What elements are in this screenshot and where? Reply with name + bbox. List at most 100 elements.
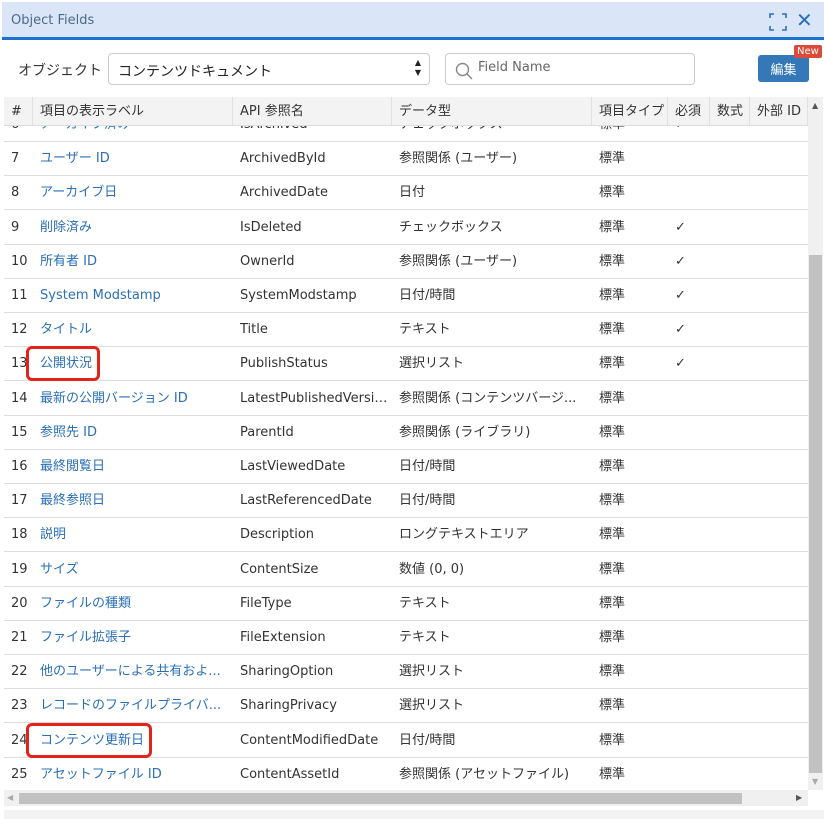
field-search[interactable] <box>445 53 695 85</box>
table-row[interactable]: 14 最新の公開バージョン ID LatestPublishedVersionId 参… <box>4 381 808 416</box>
cell-number: 20 <box>11 595 28 611</box>
header-col-external-id[interactable]: 外部 ID <box>750 97 808 126</box>
maximize-icon[interactable] <box>769 13 787 31</box>
cell-data-type: 選択リスト <box>399 664 465 680</box>
cell-data-type: 数値 (0, 0) <box>399 561 465 577</box>
cell-field-type: 標準 <box>599 527 626 543</box>
cell-number: 10 <box>11 253 28 269</box>
required-check-icon <box>668 176 710 210</box>
required-check-icon <box>668 587 710 621</box>
cell-data-type: テキスト <box>399 322 451 338</box>
required-check-icon <box>668 689 710 723</box>
cell-label[interactable]: 最新の公開バージョン ID <box>33 382 233 416</box>
table-row[interactable]: 9 削除済み IsDeleted チェックボックス 標準 ✓ <box>4 210 808 245</box>
scroll-left-icon[interactable]: ◀ <box>7 793 13 802</box>
cell-api-name: ArchivedDate <box>240 185 328 201</box>
table-row[interactable]: 17 最終参照日 LastReferencedDate 日付/時間 標準 <box>4 484 808 519</box>
cell-label[interactable]: ユーザー ID <box>33 142 233 176</box>
vertical-scroll-thumb[interactable] <box>809 255 822 773</box>
header-col-data-type[interactable]: データ型 <box>392 97 592 126</box>
cell-field-type: 標準 <box>599 630 626 645</box>
table-row[interactable]: 18 説明 Description ロングテキストエリア 標準 <box>4 518 808 553</box>
table-row[interactable]: 23 レコードのファイルプライバ... SharingPrivacy 選択リスト 標準 <box>4 689 808 724</box>
cell-api-name: LastViewedDate <box>240 459 346 474</box>
cell-field-type: 標準 <box>599 561 626 577</box>
table-row[interactable]: 16 最終閲覧日 LastViewedDate 日付/時間 標準 <box>4 450 808 484</box>
highlight-box <box>26 346 100 382</box>
vertical-scrollbar[interactable]: ▲ ▼ <box>808 97 823 790</box>
cell-label[interactable]: ファイルの種類 <box>33 587 233 621</box>
required-check-icon <box>668 758 710 790</box>
table-row[interactable]: 24 コンテンツ更新日 ContentModifiedDate 日付/時間 標準 <box>4 722 808 758</box>
cell-field-type: 標準 <box>599 390 626 406</box>
table-row[interactable]: 13 公開状況 PublishStatus 選択リスト 標準 ✓ <box>4 346 808 382</box>
table-row[interactable]: 6アーカイブ済みIsArchivedチェックボックス標準✓ <box>4 126 808 142</box>
cell-label[interactable]: 参照先 ID <box>33 416 233 450</box>
cell-number: 9 <box>11 219 20 235</box>
table-row[interactable]: 19 サイズ ContentSize 数値 (0, 0) 標準 <box>4 552 808 587</box>
scroll-up-icon[interactable]: ▲ <box>812 101 818 110</box>
required-check-icon <box>668 724 710 758</box>
table-row[interactable]: 21 ファイル拡張子 FileExtension テキスト 標準 <box>4 621 808 655</box>
horizontal-scrollbar[interactable]: ◀ ▶ <box>4 790 808 806</box>
cell-label[interactable]: アーカイブ済み <box>33 126 233 142</box>
cell-label[interactable]: レコードのファイルプライバ... <box>33 689 233 723</box>
required-check-icon: ✓ <box>675 219 686 235</box>
cell-number: 25 <box>11 766 28 782</box>
cell-label[interactable]: 削除済み <box>33 211 233 245</box>
cell-data-type: チェックボックス <box>392 126 592 142</box>
cell-data-type: 日付/時間 <box>399 459 456 474</box>
cell-number: 8 <box>11 185 20 201</box>
cell-number: 14 <box>11 390 28 406</box>
table-row[interactable]: 11 System Modstamp SystemModstamp 日付/時間 標準 ✓ <box>4 279 808 313</box>
close-icon[interactable]: ✕ <box>796 10 813 30</box>
cell-label[interactable]: 最終参照日 <box>33 484 233 518</box>
cell-label[interactable]: サイズ <box>33 553 233 587</box>
header-col-formula[interactable]: 数式 <box>710 97 750 126</box>
scroll-down-icon[interactable]: ▼ <box>812 777 818 786</box>
required-check-icon <box>668 655 710 689</box>
cell-label[interactable]: ファイル拡張子 <box>33 621 233 655</box>
cell-label[interactable]: アセットファイル ID <box>33 758 233 790</box>
table-row[interactable]: 15 参照先 ID ParentId 参照関係 (ライブラリ) 標準 <box>4 415 808 450</box>
cell-label[interactable]: 所有者 ID <box>33 245 233 279</box>
table-row[interactable]: 8 アーカイブ日 ArchivedDate 日付 標準 <box>4 176 808 211</box>
cell-data-type: 参照関係 (ユーザー) <box>399 253 518 269</box>
cell-label[interactable]: タイトル <box>33 313 233 347</box>
cell-data-type: チェックボックス <box>399 219 503 235</box>
cell-api-name: LatestPublishedVersionId <box>240 390 392 406</box>
cell-label[interactable]: 説明 <box>33 518 233 552</box>
header-col-required[interactable]: 必須 <box>668 97 710 126</box>
cell-label[interactable]: 最終閲覧日 <box>33 450 233 484</box>
scroll-right-icon[interactable]: ▶ <box>796 793 802 802</box>
table-row[interactable]: 10 所有者 ID OwnerId 参照関係 (ユーザー) 標準 ✓ <box>4 244 808 279</box>
header-col-field-type[interactable]: 項目タイプ <box>592 97 668 126</box>
cell-field-type: 標準 <box>599 219 626 235</box>
required-check-icon: ✓ <box>675 253 686 269</box>
object-select[interactable]: コンテンツドキュメント ▲ ▼ <box>108 53 430 85</box>
new-badge: New <box>794 45 822 58</box>
header-col-api-name[interactable]: API 参照名 <box>233 97 392 126</box>
table-row[interactable]: 12 タイトル Title テキスト 標準 ✓ <box>4 313 808 348</box>
table-row[interactable]: 7 ユーザー ID ArchivedById 参照関係 (ユーザー) 標準 <box>4 142 808 177</box>
cell-number: 16 <box>11 459 28 474</box>
search-input[interactable] <box>478 60 678 75</box>
dialog-footer <box>4 810 824 819</box>
cell-field-type: 標準 <box>599 595 626 611</box>
cell-label[interactable]: アーカイブ日 <box>33 176 233 210</box>
header-col-number[interactable]: # <box>4 97 33 126</box>
table-body: 6アーカイブ済みIsArchivedチェックボックス標準✓7ユーザー IDArc… <box>4 126 808 790</box>
cell-label[interactable]: System Modstamp <box>33 279 233 313</box>
edit-button[interactable]: 編集 <box>758 55 809 82</box>
cell-data-type: ロングテキストエリア <box>399 527 529 543</box>
cell-label[interactable]: 他のユーザーによる共有およ... <box>33 655 233 689</box>
header-col-label[interactable]: 項目の表示ラベル <box>33 97 233 126</box>
cell-data-type: 参照関係 (コンテンツバージ... <box>399 390 577 406</box>
cell-field-type: 標準 <box>599 766 626 782</box>
table-row[interactable]: 22 他のユーザーによる共有およ... SharingOption 選択リスト 標準 <box>4 655 808 690</box>
horizontal-scroll-thumb[interactable] <box>19 793 742 804</box>
table-row[interactable]: 25 アセットファイル ID ContentAssetId 参照関係 (アセットファイ… <box>4 757 808 790</box>
cell-api-name: SharingPrivacy <box>240 698 337 714</box>
search-icon <box>455 62 473 80</box>
table-row[interactable]: 20 ファイルの種類 FileType テキスト 標準 <box>4 586 808 621</box>
